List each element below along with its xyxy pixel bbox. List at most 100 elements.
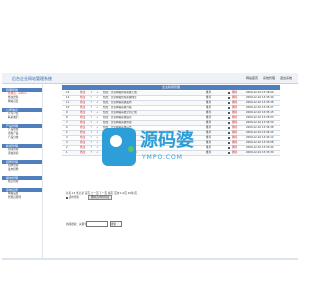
- move-up-icon[interactable]: ↑: [90, 121, 92, 125]
- top-header: 后台企业网站管理系统 网站首页 系统管理 退出系统: [2, 73, 298, 84]
- system-link[interactable]: 系统管理: [263, 76, 275, 80]
- status-badge: 推荐: [206, 91, 212, 94]
- row-checkbox[interactable]: [228, 141, 230, 144]
- news-title[interactable]: 热烈：企业网站系统升级: [103, 106, 203, 110]
- sidebar-item-news-add[interactable]: 添加新闻: [2, 152, 42, 156]
- move-up-icon[interactable]: ↑: [90, 141, 92, 145]
- sidebar-item-jobs-add[interactable]: 发布招聘: [2, 168, 42, 172]
- sidebar-item-product-category[interactable]: 产品分类: [2, 136, 42, 140]
- sidebar-group-news: 新闻管理 新闻管理 添加新闻: [2, 144, 42, 156]
- edit-link[interactable]: 修改: [80, 151, 85, 155]
- move-up-icon[interactable]: ↑: [90, 111, 92, 115]
- edit-link[interactable]: 修改: [80, 96, 85, 100]
- edit-link[interactable]: 修改: [80, 136, 85, 140]
- delete-link[interactable]: 删除: [232, 126, 237, 130]
- sidebar-item-admins[interactable]: 管理员管理: [2, 196, 42, 200]
- batch-delete-button[interactable]: 删除选中的新闻: [88, 195, 113, 200]
- status-badge: 推荐: [206, 106, 212, 109]
- row-checkbox[interactable]: [228, 151, 230, 154]
- row-checkbox[interactable]: [228, 131, 230, 134]
- logout-link[interactable]: 退出系统: [280, 76, 292, 80]
- move-up-icon[interactable]: ↑: [90, 146, 92, 150]
- news-title[interactable]: 热烈：企业网站管理系统上线: [103, 91, 203, 95]
- row-id: 11: [66, 101, 70, 104]
- search-select[interactable]: 搜索: [110, 221, 122, 227]
- news-title[interactable]: 热烈：企业网站系统全新上线: [103, 111, 203, 115]
- home-link[interactable]: 网站首页: [246, 76, 258, 80]
- delete-link[interactable]: 删除: [232, 106, 237, 110]
- select-all-label: 选中所有: [68, 196, 80, 199]
- move-up-icon[interactable]: ↑: [90, 106, 92, 110]
- move-down-icon[interactable]: ↓: [96, 101, 98, 105]
- edit-link[interactable]: 修改: [80, 111, 85, 115]
- move-down-icon[interactable]: ↓: [96, 106, 98, 110]
- row-checkbox[interactable]: [228, 121, 230, 124]
- footer-divider: [2, 258, 298, 260]
- move-up-icon[interactable]: ↑: [90, 126, 92, 130]
- edit-link[interactable]: 修改: [80, 116, 85, 120]
- status-badge: 推荐: [206, 111, 212, 114]
- select-all-checkbox[interactable]: [66, 196, 68, 199]
- delete-link[interactable]: 删除: [232, 136, 237, 140]
- row-checkbox[interactable]: [228, 91, 230, 94]
- move-up-icon[interactable]: ↑: [90, 116, 92, 120]
- news-title[interactable]: 热烈：企业网站系统运营: [103, 116, 203, 120]
- timestamp: 2009-12-10 13:34:12: [246, 136, 274, 139]
- move-up-icon[interactable]: ↑: [90, 136, 92, 140]
- edit-link[interactable]: 修改: [80, 146, 85, 150]
- move-down-icon[interactable]: ↓: [96, 91, 98, 95]
- delete-link[interactable]: 删除: [232, 116, 237, 120]
- edit-link[interactable]: 修改: [80, 91, 85, 95]
- delete-link[interactable]: 删除: [232, 141, 237, 145]
- row-checkbox[interactable]: [228, 146, 230, 149]
- row-checkbox[interactable]: [228, 111, 230, 114]
- move-up-icon[interactable]: ↑: [90, 91, 92, 95]
- row-id: 6: [66, 126, 68, 129]
- sidebar-item-messages[interactable]: 留言管理: [2, 180, 42, 184]
- delete-link[interactable]: 删除: [232, 146, 237, 150]
- delete-link[interactable]: 删除: [232, 111, 237, 115]
- sidebar-group-company: 公司信息 公司介绍 联系我们: [2, 108, 42, 120]
- news-title[interactable]: 热烈：企业网站系统发布: [103, 101, 203, 105]
- row-checkbox[interactable]: [228, 106, 230, 109]
- move-down-icon[interactable]: ↓: [96, 96, 98, 100]
- edit-link[interactable]: 修改: [80, 131, 85, 135]
- batch-actions: 选中所有 删除选中的新闻: [66, 195, 113, 200]
- search-input[interactable]: [86, 221, 108, 227]
- row-id: 7: [66, 121, 68, 124]
- grid-footer: 共有 13 条记录 首页 上一页 下一页 尾页 页次:1/1页 20条/页 选中…: [62, 191, 280, 200]
- news-title[interactable]: 热烈：企业网站管理系统成立: [103, 96, 203, 100]
- sidebar-group-product: 产品管理 产品管理 添加产品 产品分类: [2, 124, 42, 140]
- move-up-icon[interactable]: ↑: [90, 96, 92, 100]
- delete-link[interactable]: 删除: [232, 131, 237, 135]
- row-checkbox[interactable]: [228, 96, 230, 99]
- move-down-icon[interactable]: ↓: [96, 111, 98, 115]
- delete-link[interactable]: 删除: [232, 96, 237, 100]
- move-up-icon[interactable]: ↑: [90, 131, 92, 135]
- row-checkbox[interactable]: [228, 126, 230, 129]
- status-badge: 推荐: [206, 101, 212, 104]
- sidebar-group-jobs: 招聘管理 招聘管理 发布招聘: [2, 160, 42, 172]
- row-id: 5: [66, 131, 68, 134]
- delete-link[interactable]: 删除: [232, 121, 237, 125]
- edit-link[interactable]: 修改: [80, 141, 85, 145]
- move-up-icon[interactable]: ↑: [90, 101, 92, 105]
- move-down-icon[interactable]: ↓: [96, 116, 98, 120]
- move-up-icon[interactable]: ↑: [90, 151, 92, 155]
- delete-link[interactable]: 删除: [232, 101, 237, 105]
- edit-link[interactable]: 修改: [80, 101, 85, 105]
- row-checkbox[interactable]: [228, 116, 230, 119]
- search-bar: 新闻搜索：关键字 搜索: [62, 221, 192, 227]
- sidebar-item-home[interactable]: 网站首页: [2, 100, 42, 104]
- row-checkbox[interactable]: [228, 101, 230, 104]
- delete-link[interactable]: 删除: [232, 151, 237, 155]
- edit-link[interactable]: 修改: [80, 106, 85, 110]
- row-id: 1: [66, 151, 68, 154]
- edit-link[interactable]: 修改: [80, 121, 85, 125]
- delete-link[interactable]: 删除: [232, 91, 237, 95]
- row-id: 4: [66, 136, 68, 139]
- sidebar-item-contact[interactable]: 联系我们: [2, 116, 42, 120]
- edit-link[interactable]: 修改: [80, 126, 85, 130]
- sidebar-group-nav: 管理导航 管理员：admin 修改密码 网站首页: [2, 88, 42, 104]
- row-checkbox[interactable]: [228, 136, 230, 139]
